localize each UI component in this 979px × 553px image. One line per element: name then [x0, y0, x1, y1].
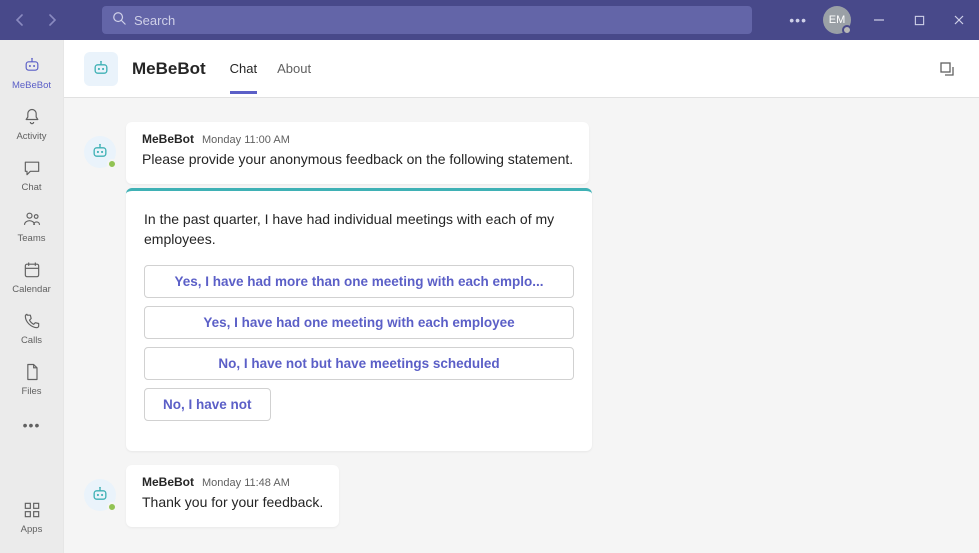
rail-item-teams[interactable]: Teams: [2, 201, 62, 250]
message-sender: MeBeBot: [142, 132, 194, 146]
rail-item-label: MeBeBot: [12, 80, 51, 91]
tab-about[interactable]: About: [277, 43, 311, 94]
rail-item-label: Chat: [21, 182, 41, 193]
rail-item-label: Activity: [16, 131, 46, 142]
title-bar: ••• EM: [0, 0, 979, 40]
message-time: Monday 11:00 AM: [202, 134, 290, 146]
search-box[interactable]: [102, 6, 752, 34]
tab-chat[interactable]: Chat: [230, 43, 257, 94]
message-row: MeBeBot Monday 11:48 AM Thank you for yo…: [84, 465, 959, 527]
rail-item-activity[interactable]: Activity: [2, 99, 62, 148]
feedback-card: In the past quarter, I have had individu…: [126, 188, 592, 452]
rail-item-apps[interactable]: Apps: [2, 492, 62, 541]
rail-item-label: Calls: [21, 335, 42, 346]
message-text: Thank you for your feedback.: [142, 493, 323, 513]
calls-icon: [20, 309, 44, 333]
card-option-3[interactable]: No, I have not but have meetings schedul…: [144, 347, 574, 380]
rail-item-label: Apps: [21, 524, 43, 535]
card-option-1[interactable]: Yes, I have had more than one meeting wi…: [144, 265, 574, 298]
card-question: In the past quarter, I have had individu…: [144, 209, 574, 250]
calendar-icon: [20, 258, 44, 282]
message-avatar: [84, 136, 116, 168]
user-initials: EM: [829, 14, 846, 26]
rail-item-calls[interactable]: Calls: [2, 303, 62, 352]
chat-pane: MeBeBot Chat About MeBeBot Monday 11:: [64, 40, 979, 553]
nav-forward-button[interactable]: [40, 8, 64, 32]
message-bubble: MeBeBot Monday 11:00 AM Please provide y…: [126, 122, 589, 184]
user-avatar[interactable]: EM: [823, 6, 851, 34]
chat-title: MeBeBot: [132, 59, 206, 79]
popout-button[interactable]: [935, 57, 959, 81]
rail-item-label: Files: [21, 386, 41, 397]
search-input[interactable]: [134, 13, 742, 28]
close-button[interactable]: [947, 8, 971, 32]
rail-item-label: Calendar: [12, 284, 51, 295]
rail-item-label: Teams: [18, 233, 46, 244]
message-row: MeBeBot Monday 11:00 AM Please provide y…: [84, 122, 959, 184]
maximize-button[interactable]: [907, 8, 931, 32]
card-option-4[interactable]: No, I have not: [144, 388, 271, 421]
nav-back-button[interactable]: [8, 8, 32, 32]
bot-icon: [20, 54, 44, 78]
rail-item-files[interactable]: Files: [2, 354, 62, 403]
apps-icon: [20, 498, 44, 522]
presence-indicator-icon: [842, 25, 852, 35]
rail-item-chat[interactable]: Chat: [2, 150, 62, 199]
presence-available-icon: [107, 159, 117, 169]
rail-item-calendar[interactable]: Calendar: [2, 252, 62, 301]
chat-icon: [20, 156, 44, 180]
message-text: Please provide your anonymous feedback o…: [142, 150, 573, 170]
files-icon: [20, 360, 44, 384]
messages-list: MeBeBot Monday 11:00 AM Please provide y…: [64, 98, 979, 553]
rail-item-mebebot[interactable]: MeBeBot: [2, 48, 62, 97]
card-option-2[interactable]: Yes, I have had one meeting with each em…: [144, 306, 574, 339]
message-bubble: MeBeBot Monday 11:48 AM Thank you for yo…: [126, 465, 339, 527]
teams-icon: [20, 207, 44, 231]
message-sender: MeBeBot: [142, 475, 194, 489]
app-rail: MeBeBot Activity Chat Teams Calendar: [0, 40, 64, 553]
search-icon: [112, 11, 126, 30]
bell-icon: [20, 105, 44, 129]
rail-more-button[interactable]: •••: [23, 409, 41, 441]
presence-available-icon: [107, 502, 117, 512]
more-options-button[interactable]: •••: [789, 12, 807, 28]
minimize-button[interactable]: [867, 8, 891, 32]
bot-avatar: [84, 52, 118, 86]
chat-header: MeBeBot Chat About: [64, 40, 979, 98]
message-time: Monday 11:48 AM: [202, 477, 290, 489]
message-avatar: [84, 479, 116, 511]
